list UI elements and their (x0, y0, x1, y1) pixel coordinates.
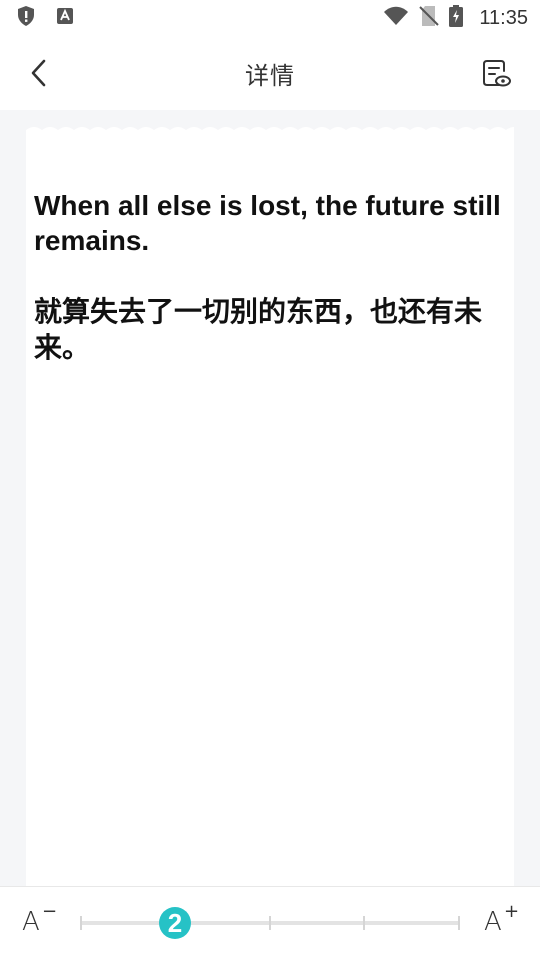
document-preview-icon (483, 60, 511, 87)
slider-tick (269, 916, 271, 930)
quote-card-body: When all else is lost, the future still … (26, 134, 514, 886)
shield-alert-icon (16, 5, 36, 31)
preview-button[interactable] (478, 56, 514, 92)
chevron-left-icon (31, 59, 46, 87)
plus-mark: + (504, 901, 520, 922)
slider-thumb[interactable]: 2 (159, 907, 191, 939)
decrease-font-button[interactable]: A − (22, 901, 62, 943)
increase-font-label: A (484, 907, 502, 937)
font-size-slider[interactable]: 2 (80, 907, 460, 939)
quote-chinese: 就算失去了一切别的东西，也还有未来。 (34, 295, 483, 364)
wifi-icon (383, 6, 409, 30)
battery-charging-icon (449, 5, 464, 31)
status-right-icons: 11:35 (383, 5, 528, 31)
app-notification-icon (56, 7, 74, 29)
no-sim-icon (419, 5, 440, 31)
slider-tick (80, 916, 82, 930)
status-bar: 11:35 (0, 0, 540, 36)
minus-mark: − (42, 901, 58, 922)
font-size-bar: A − 2 A + (0, 886, 540, 960)
slider-tick (458, 916, 460, 930)
quote-english: When all else is lost, the future still … (34, 190, 501, 256)
back-button[interactable] (22, 56, 56, 90)
app-bar: 详情 (0, 36, 540, 110)
quote-card: When all else is lost, the future still … (26, 124, 514, 886)
detail-screen: 11:35 详情 When all else is lost, the futu… (0, 0, 540, 960)
status-time: 11:35 (479, 6, 528, 29)
decrease-font-label: A (22, 907, 40, 937)
status-left-icons (16, 5, 74, 31)
increase-font-button[interactable]: A + (484, 901, 524, 943)
page-title: 详情 (245, 61, 295, 90)
slider-tick (363, 916, 365, 930)
